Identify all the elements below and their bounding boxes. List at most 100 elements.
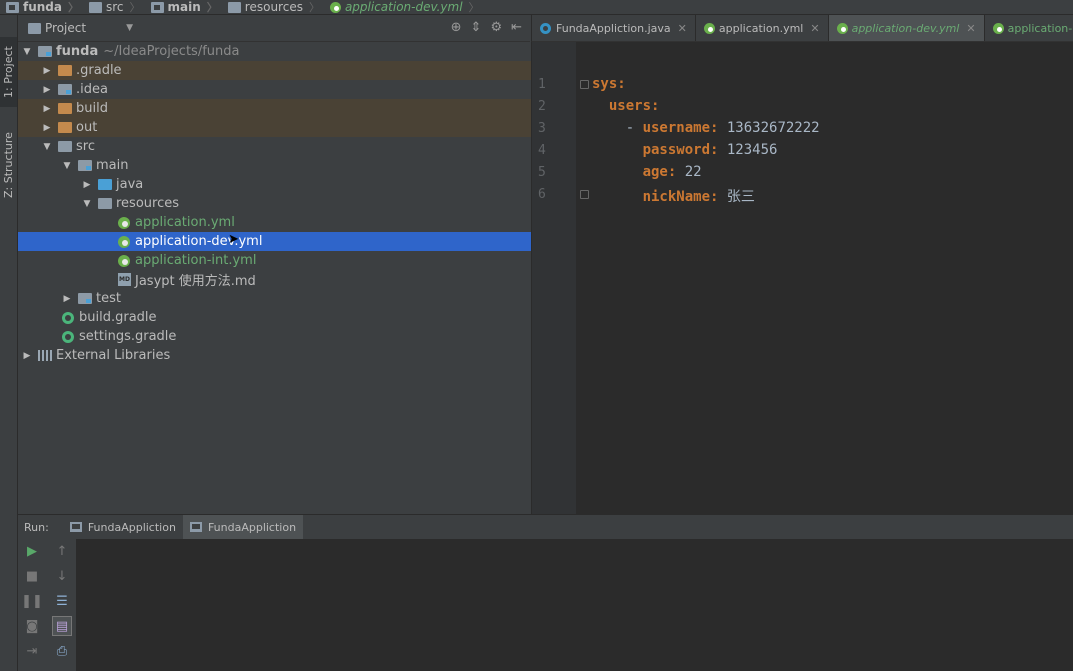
scroll-to-end-icon[interactable]: ▤ [52,616,72,636]
resources-folder-icon [227,1,241,13]
close-icon[interactable]: ✕ [810,22,819,35]
code-editor[interactable]: 1 2 3 4 5 6 sys: users: - username: 1363… [531,42,1073,514]
run-play-icon[interactable]: ▶ [23,542,41,560]
collapsed-arrow-icon[interactable]: ▶ [42,104,52,114]
folder-icon [89,1,102,13]
code-line: nickName: 张三 [642,189,755,205]
tree-item-application-yml[interactable]: application.yml [18,213,614,232]
print-icon[interactable]: ⎙ [53,642,71,660]
resources-folder-icon [98,198,112,209]
tab-funda-appliction-java[interactable]: FundaAppliction.java ✕ [532,15,696,41]
tab-application-dev-yml[interactable]: application-dev.yml ✕ [828,15,985,41]
tree-item-out[interactable]: ▶ out [18,118,554,137]
project-tool-tab[interactable]: 1: Project [0,37,17,107]
run-label: Run: [24,520,49,534]
chevron-right-icon: 〉 [129,1,141,14]
chevron-right-icon: 〉 [68,1,79,14]
tree-item-application-int-yml[interactable]: application-int.yml [18,251,614,270]
source-set-folder-icon [78,160,92,171]
tree-item-funda[interactable]: ▼ funda ~/IdeaProjects/funda [18,42,534,61]
tree-item-src[interactable]: ▼ src [18,137,554,156]
tree-item-application-dev-yml[interactable]: application-dev.yml ➤ [18,232,614,251]
tree-item-java[interactable]: ▶ java [18,175,594,194]
folder-icon [58,141,72,152]
dropdown-arrow-icon: ▼ [126,23,133,33]
module-folder-icon [38,46,52,57]
breadcrumb-resources[interactable]: resources 〉 [222,0,324,15]
soft-wrap-icon[interactable]: ☰ [53,592,71,610]
pause-icon[interactable]: ❚❚ [21,592,43,610]
collapsed-arrow-icon[interactable]: ▶ [42,123,52,133]
expanded-arrow-icon[interactable]: ▼ [42,142,52,152]
spring-leaf-icon [118,216,130,229]
tab-application-int[interactable]: application-int [985,15,1073,41]
source-folder-icon [98,179,112,190]
tree-item-external-libraries[interactable]: ▶ External Libraries [18,346,534,365]
breadcrumb-main[interactable]: main 〉 [145,0,222,15]
tree-item-build-gradle[interactable]: build.gradle [18,308,558,327]
chevron-right-icon: 〉 [468,1,480,14]
chevron-right-icon: 〉 [308,1,320,14]
tree-item-build[interactable]: ▶ build [18,99,554,118]
collapsed-arrow-icon[interactable]: ▶ [22,351,32,361]
arrow-down-icon[interactable]: ↓ [53,567,71,585]
tree-item-resources[interactable]: ▼ resources [18,194,594,213]
line-number: 2 [538,99,546,114]
project-icon [28,22,41,34]
spring-leaf-icon [992,22,1004,34]
expanded-arrow-icon[interactable]: ▼ [62,161,72,171]
breadcrumb-src[interactable]: src 〉 [83,0,145,15]
breadcrumb-application-dev[interactable]: application-dev.yml 〉 [324,0,484,15]
settings-gear-icon[interactable]: ⚙ [490,20,502,35]
run-tab-2[interactable]: FundaAppliction [182,515,304,539]
code-line: - username: 13632672222 [592,120,820,136]
tab-application-yml[interactable]: application.yml ✕ [696,15,829,41]
tree-item-idea[interactable]: ▶ .idea [18,80,554,99]
chevron-right-icon: 〉 [206,1,218,14]
spring-leaf-icon [118,254,130,267]
collapsed-arrow-icon[interactable]: ▶ [82,180,92,190]
stop-icon[interactable]: ■ [23,567,41,585]
line-number: 4 [538,143,546,158]
close-icon[interactable]: ✕ [966,22,975,35]
tree-item-gradle[interactable]: ▶ .gradle [18,61,554,80]
tree-item-jasypt-md[interactable]: MD Jasypt 使用方法.md [18,270,614,289]
exit-icon[interactable]: ⇥ [23,642,41,660]
breadcrumb-funda[interactable]: funda 〉 [0,0,83,15]
hide-panel-icon[interactable]: ⇤ [511,20,522,35]
expanded-arrow-icon[interactable]: ▼ [22,47,32,57]
locate-icon[interactable]: ⊕ [451,20,462,35]
collapse-all-icon[interactable]: ⇕ [471,20,482,35]
dump-threads-icon[interactable]: ◙ [23,617,41,635]
gradle-file-icon [62,311,74,324]
run-config-icon [189,522,202,532]
close-icon[interactable]: ✕ [678,22,687,35]
excluded-folder-icon [58,103,72,114]
line-number: 6 [538,187,546,202]
collapsed-arrow-icon[interactable]: ▶ [42,85,52,95]
fold-end-icon[interactable] [580,190,589,199]
line-number: 5 [538,165,546,180]
structure-tool-tab[interactable]: Z: Structure [0,120,17,210]
navigation-breadcrumb: funda 〉 src 〉 main 〉 resources 〉 application… [0,0,1073,15]
tree-item-test[interactable]: ▶ test [18,289,574,308]
spring-leaf-icon [703,22,715,34]
arrow-up-icon[interactable]: ↑ [53,542,71,560]
tree-item-main[interactable]: ▼ main [18,156,574,175]
run-toolbar: ▶ ■ ❚❚ ◙ ⇥ ↑ ↓ ☰ ▤ ⎙ [18,539,77,671]
expanded-arrow-icon[interactable]: ▼ [82,199,92,209]
run-console[interactable]: ▶ ■ ❚❚ ◙ ⇥ ↑ ↓ ☰ ▤ ⎙ [18,539,1073,671]
run-tab-1[interactable]: FundaAppliction [63,515,183,539]
project-view-selector[interactable]: Project ▼ [28,21,133,35]
collapsed-arrow-icon[interactable]: ▶ [62,294,72,304]
collapsed-arrow-icon[interactable]: ▶ [42,66,52,76]
run-tool-window-header: Run: FundaAppliction FundaAppliction [18,514,1073,540]
test-folder-icon [78,293,92,304]
project-tree: ▼ funda ~/IdeaProjects/funda ▶ .gradle ▶… [18,42,614,514]
line-number: 1 [538,77,546,92]
tree-item-settings-gradle[interactable]: settings.gradle [18,327,558,346]
code-line: age: 22 [642,164,702,180]
excluded-folder-icon [58,65,72,76]
fold-start-icon[interactable] [580,80,589,89]
libraries-icon [38,350,52,361]
